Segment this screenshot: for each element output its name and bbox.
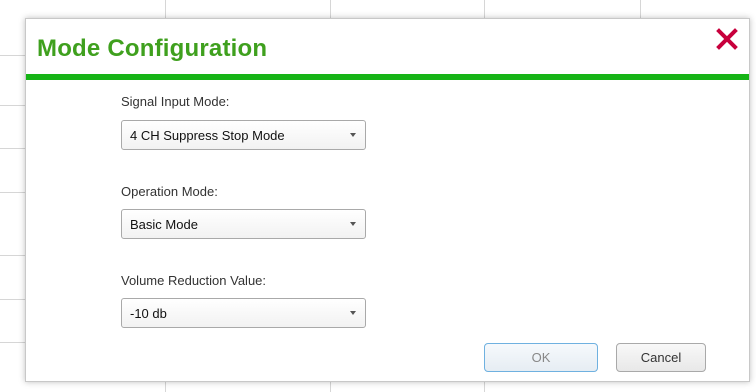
close-icon[interactable] [713,25,741,53]
dialog-header: Mode Configuration [26,19,749,80]
dialog-title: Mode Configuration [37,35,268,62]
close-x-icon [716,28,738,50]
signal-input-mode-label: Signal Input Mode: [121,94,230,109]
operation-mode-select[interactable]: Basic Mode [121,209,366,239]
volume-reduction-select[interactable]: -10 db [121,298,366,328]
chevron-down-icon [350,133,356,137]
chevron-down-icon [350,311,356,315]
operation-mode-label: Operation Mode: [121,184,218,199]
ok-button[interactable]: OK [484,343,598,372]
chevron-down-icon [350,222,356,226]
signal-input-mode-value: 4 CH Suppress Stop Mode [130,128,285,143]
mode-configuration-dialog: Mode Configuration Signal Input Mode: 4 … [25,18,750,382]
volume-reduction-value: -10 db [130,306,167,321]
cancel-button[interactable]: Cancel [616,343,706,372]
header-divider [26,74,749,80]
volume-reduction-label: Volume Reduction Value: [121,273,267,288]
operation-mode-value: Basic Mode [130,217,198,232]
signal-input-mode-select[interactable]: 4 CH Suppress Stop Mode [121,120,366,150]
